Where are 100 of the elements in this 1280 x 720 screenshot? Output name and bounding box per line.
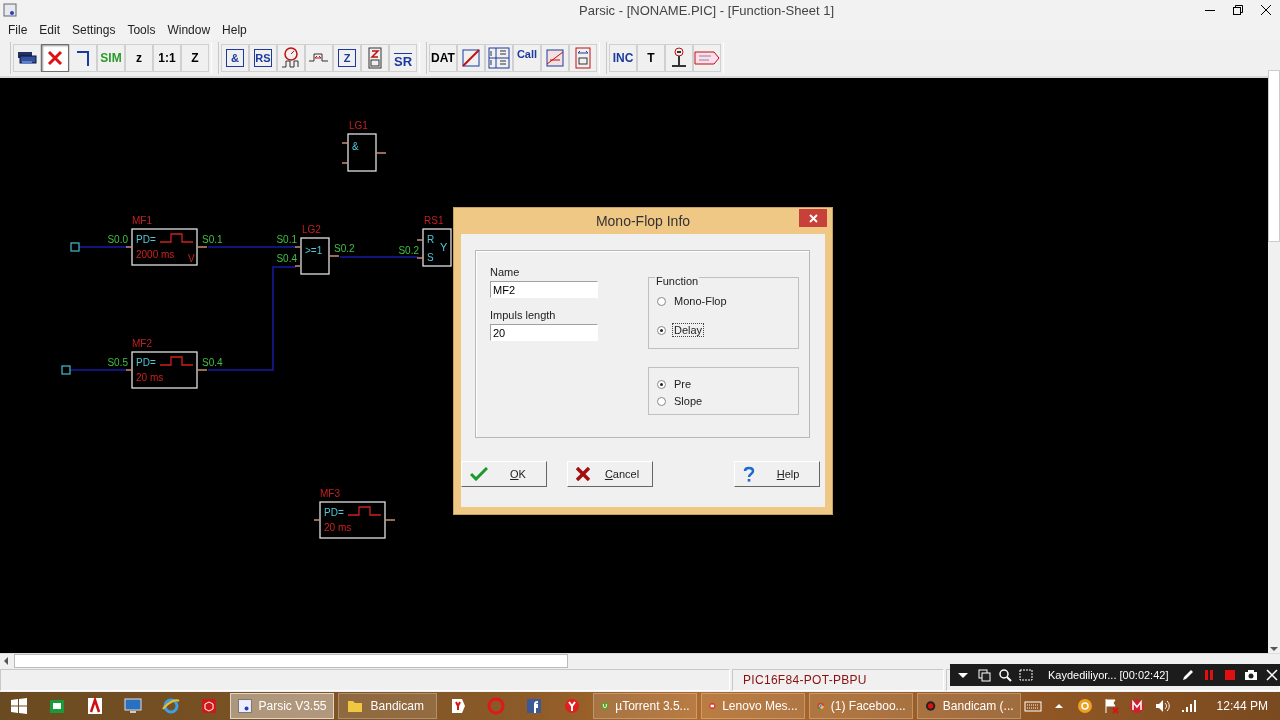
browser-icon (160, 696, 181, 716)
recording-status: Kaydediliyor... [00:02:42] (1048, 669, 1169, 681)
delete-icon (46, 49, 64, 67)
block-text: 20 ms (324, 522, 352, 533)
close-icon (1261, 5, 1271, 15)
pulse-icon (159, 356, 194, 366)
block-name: MF1 (132, 215, 152, 226)
signal-label: S0.4 (202, 357, 223, 368)
timer-icon (281, 47, 301, 69)
toolbar-button[interactable]: T (637, 44, 665, 72)
group-title: Function (655, 275, 700, 287)
output-letter: Y (440, 241, 448, 253)
windows-icon[interactable] (975, 666, 993, 684)
block-name: MF3 (320, 488, 340, 499)
toolbar-button[interactable]: Z (333, 44, 361, 72)
ok-button[interactable]: OK (461, 461, 547, 487)
block-name: MF2 (132, 338, 152, 349)
screen-region-icon[interactable] (1017, 666, 1035, 684)
help-button[interactable]: Help (734, 461, 820, 487)
radio-button[interactable] (657, 396, 666, 406)
gate-symbol: & (352, 141, 359, 152)
radio-button[interactable] (657, 325, 666, 335)
text-field[interactable]: MF2 (490, 281, 598, 298)
scrollbar-thumb[interactable] (1268, 69, 1280, 242)
block-name: RS1 (424, 215, 444, 226)
input-terminal (61, 365, 71, 375)
field-label: Impuls length (490, 309, 557, 321)
pin-letter: R (427, 234, 435, 245)
option-label[interactable]: Slope (672, 394, 705, 408)
menu-item[interactable]: Edit (33, 23, 67, 37)
pulse-icon (347, 506, 382, 516)
function-block (347, 133, 377, 172)
gate-symbol: >=1 (305, 245, 323, 256)
question-mark-icon (743, 466, 755, 482)
clock[interactable]: 12:44 PM (1216, 699, 1268, 713)
block-text: PD= (136, 234, 156, 245)
pulse-icon (159, 233, 194, 243)
toolbar-button[interactable]: Z (181, 44, 209, 72)
signal-label: S0.1 (202, 234, 223, 245)
function-block (300, 237, 330, 275)
wire-icon (76, 49, 90, 67)
app-icon (3, 3, 17, 17)
block-text: PD= (136, 357, 156, 368)
option-label[interactable]: Delay (672, 323, 705, 337)
dialog-title: Mono-Flop Info (595, 213, 691, 229)
ramp-icon (461, 48, 481, 68)
search-icon[interactable] (996, 666, 1014, 684)
option-label[interactable]: Mono-Flop (672, 294, 729, 308)
function-block (319, 501, 386, 539)
text-field[interactable]: 20 (490, 324, 598, 341)
printer-icon (16, 49, 38, 67)
toolbar-button[interactable]: z (125, 44, 153, 72)
menu-item[interactable]: File (2, 23, 34, 37)
toolbar-button[interactable]: DAT (429, 44, 457, 72)
block-name: LG2 (302, 224, 321, 235)
input-terminal (70, 242, 80, 252)
signal-label: S0.2 (398, 245, 419, 256)
menu-item[interactable]: Settings (66, 23, 122, 37)
taskbar-window-button[interactable]: (1) Faceboo... (808, 693, 913, 719)
function-block (422, 228, 452, 267)
signal-label: S0.0 (107, 234, 128, 245)
toolbar-button[interactable]: RS (249, 44, 277, 72)
signal-label: S0.5 (107, 357, 128, 368)
device-label: PIC16F84-POT-PBPU (732, 669, 944, 691)
toolbar-button[interactable]: Call (513, 44, 541, 72)
wire (69, 369, 128, 371)
toolbar-button[interactable]: 1:1 (153, 44, 181, 72)
menu-item[interactable]: Help (216, 23, 253, 37)
radio-button[interactable] (657, 296, 666, 306)
taskbar-window-button[interactable]: Lenovo Mes... (700, 693, 805, 719)
wire (78, 246, 128, 248)
block-name: LG1 (349, 120, 368, 131)
field-label: Name (490, 266, 521, 278)
cancel-button[interactable]: Cancel (567, 461, 653, 487)
chart-icon (545, 48, 565, 68)
menu-item[interactable]: Window (161, 23, 217, 37)
window-title: Parsic - [NONAME.PIC] - [Function-Sheet 1] (578, 2, 835, 18)
toolbar-button[interactable]: & (221, 44, 249, 72)
taskbar-window-button[interactable]: Bandicam (337, 693, 437, 719)
block-flag-label: V (188, 253, 195, 264)
toolbar-button[interactable]: INC (609, 44, 637, 72)
toolbar-button[interactable]: SR (389, 44, 417, 72)
signal-label: S0.4 (276, 253, 297, 264)
option-label[interactable]: Pre (672, 377, 694, 391)
signal-label: S0.2 (334, 243, 355, 254)
tag-icon (694, 50, 720, 66)
ring-icon (485, 696, 506, 716)
block-text: 20 ms (136, 372, 164, 383)
menu-item[interactable]: Tools (121, 23, 162, 37)
minimize-icon (1205, 9, 1215, 11)
horizontal-scrollbar[interactable] (0, 653, 1280, 668)
taskbar-window-button[interactable]: Bandicam (... (916, 693, 1021, 719)
function-block (131, 351, 198, 389)
taskbar-window-button[interactable]: µTorrent 3.5... (592, 693, 697, 719)
chip-icon (574, 47, 592, 69)
pin-letter: S (427, 252, 434, 263)
scrollbar-thumb[interactable] (14, 654, 568, 668)
function-block (131, 228, 198, 266)
monitor-icon (122, 696, 143, 716)
radio-button[interactable] (657, 379, 666, 389)
